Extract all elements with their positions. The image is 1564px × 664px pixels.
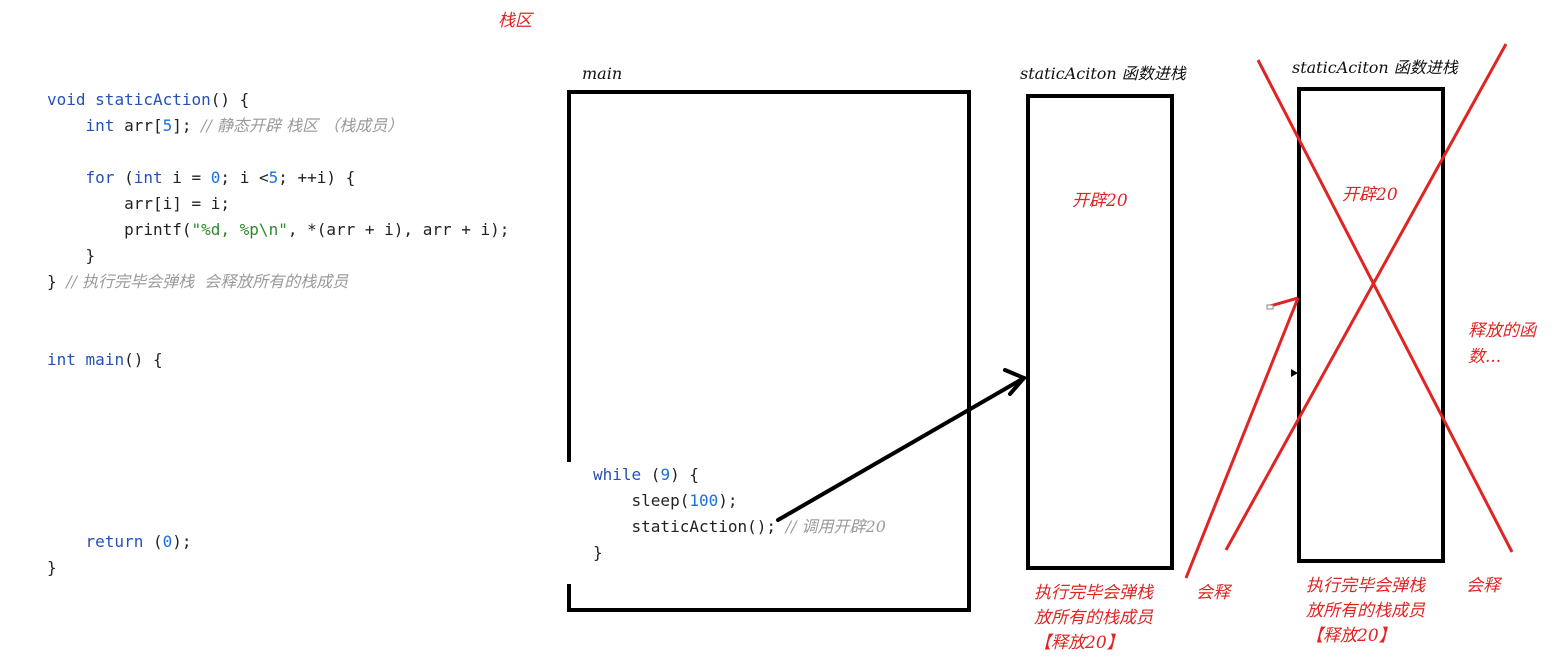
frame1-pop-note-2: 放所有的栈成员: [1034, 608, 1153, 628]
frame2-pop-note-2: 放所有的栈成员: [1306, 601, 1425, 621]
released-cross: [1224, 43, 1514, 553]
small-marker: [1266, 304, 1274, 310]
frame2-label: staticAciton 函数进栈: [1292, 58, 1458, 77]
released-function-note-1: 释放的函: [1468, 321, 1536, 341]
frame2-pop-note-3: 【释放20】: [1306, 626, 1396, 646]
frame1-pop-note-3: 【释放20】: [1034, 633, 1124, 653]
code-block: void staticAction() { int arr[5]; // 静态开…: [47, 87, 509, 581]
frame1-alloc-note: 开辟20: [1072, 191, 1128, 211]
code-line-11: int main() {: [47, 350, 163, 369]
main-loop-code: while (9) { sleep(100); staticAction(); …: [593, 465, 886, 562]
code-line-2: int arr[5]; // 静态开辟 栈区 （栈成员）: [85, 116, 404, 135]
released-function-note-2: 数...: [1468, 347, 1502, 367]
code-line-5: arr[i] = i;: [124, 194, 231, 213]
code-line-1: void staticAction() {: [47, 90, 250, 109]
release-arrow: [1184, 296, 1300, 579]
frame1-label: staticAciton 函数进栈: [1020, 64, 1186, 83]
main-box-label: main: [582, 64, 623, 83]
code-line-4: for (int i = 0; i <5; ++i) {: [85, 168, 356, 187]
code-line-6: printf("%d, %p\n", *(arr + i), arr + i);: [124, 220, 510, 239]
code-line-8: } // 执行完毕会弹栈 会释放所有的栈成员: [47, 272, 349, 291]
code-line-18: return (0);: [85, 532, 192, 551]
code-line-7: }: [85, 246, 96, 265]
frame2-side-note: 会释: [1466, 576, 1500, 596]
frame1-pop-note-1: 执行完毕会弹栈: [1034, 583, 1153, 603]
stack-area-label: 栈区: [498, 11, 532, 31]
frame2-alloc-note: 开辟20: [1342, 185, 1398, 205]
code-line-19: }: [47, 558, 57, 577]
frame1-side-note: 会释: [1196, 583, 1230, 603]
frame2-box: [1297, 87, 1445, 563]
frame1-box: [1026, 94, 1174, 570]
small-black-marker: [1291, 369, 1298, 377]
frame2-pop-note-1: 执行完毕会弹栈: [1306, 576, 1425, 596]
